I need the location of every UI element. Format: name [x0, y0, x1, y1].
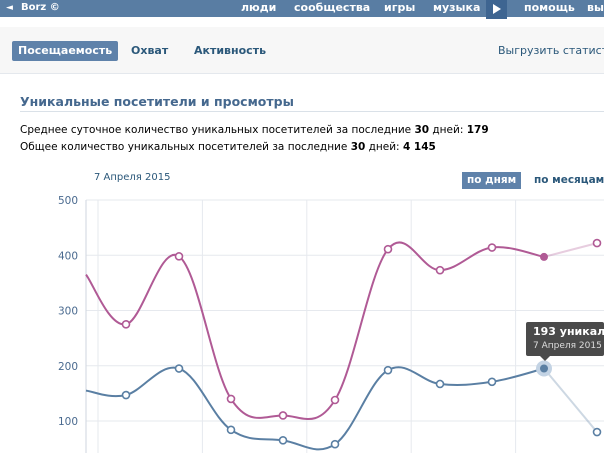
data-point-0-1: [121, 320, 131, 329]
data-point-1-10: [592, 427, 602, 437]
data-point-0-9: [540, 252, 548, 261]
data-point-0-2: [174, 252, 184, 261]
data-point-1-5: [330, 439, 340, 449]
y-tick-label: 400: [58, 250, 78, 262]
data-point-1-1: [121, 390, 131, 400]
y-tick-label: 100: [58, 416, 78, 428]
data-point-0-7: [435, 265, 445, 275]
data-point-1-7: [435, 379, 445, 389]
data-point-1-3: [226, 425, 236, 435]
chart-tooltip: 193 уникаль 7 Апреля 2015: [526, 322, 604, 356]
data-point-0-6: [383, 244, 393, 254]
data-point-1-6: [383, 365, 393, 375]
y-tick-label: 500: [58, 195, 78, 207]
data-point-0-4: [278, 411, 288, 420]
y-axis-ticks: 100 200 300 400 500: [58, 195, 78, 428]
visitors-chart: 100 200 300 400 500: [58, 195, 604, 453]
tooltip-value: 193 уникаль: [533, 325, 604, 338]
data-point-1-8: [487, 377, 497, 387]
y-tick-label: 300: [58, 306, 78, 318]
tooltip-arrow-icon: [540, 356, 550, 361]
data-point-0-5: [330, 395, 340, 405]
data-point-0-10: [592, 238, 602, 248]
data-point-1-9: [540, 364, 548, 373]
tooltip-date: 7 Апреля 2015: [533, 341, 602, 351]
data-point-1-2: [174, 364, 184, 373]
data-point-0-8: [487, 243, 497, 252]
data-point-1-4: [278, 436, 288, 445]
y-tick-label: 200: [58, 361, 78, 373]
data-point-0-3: [226, 394, 236, 404]
